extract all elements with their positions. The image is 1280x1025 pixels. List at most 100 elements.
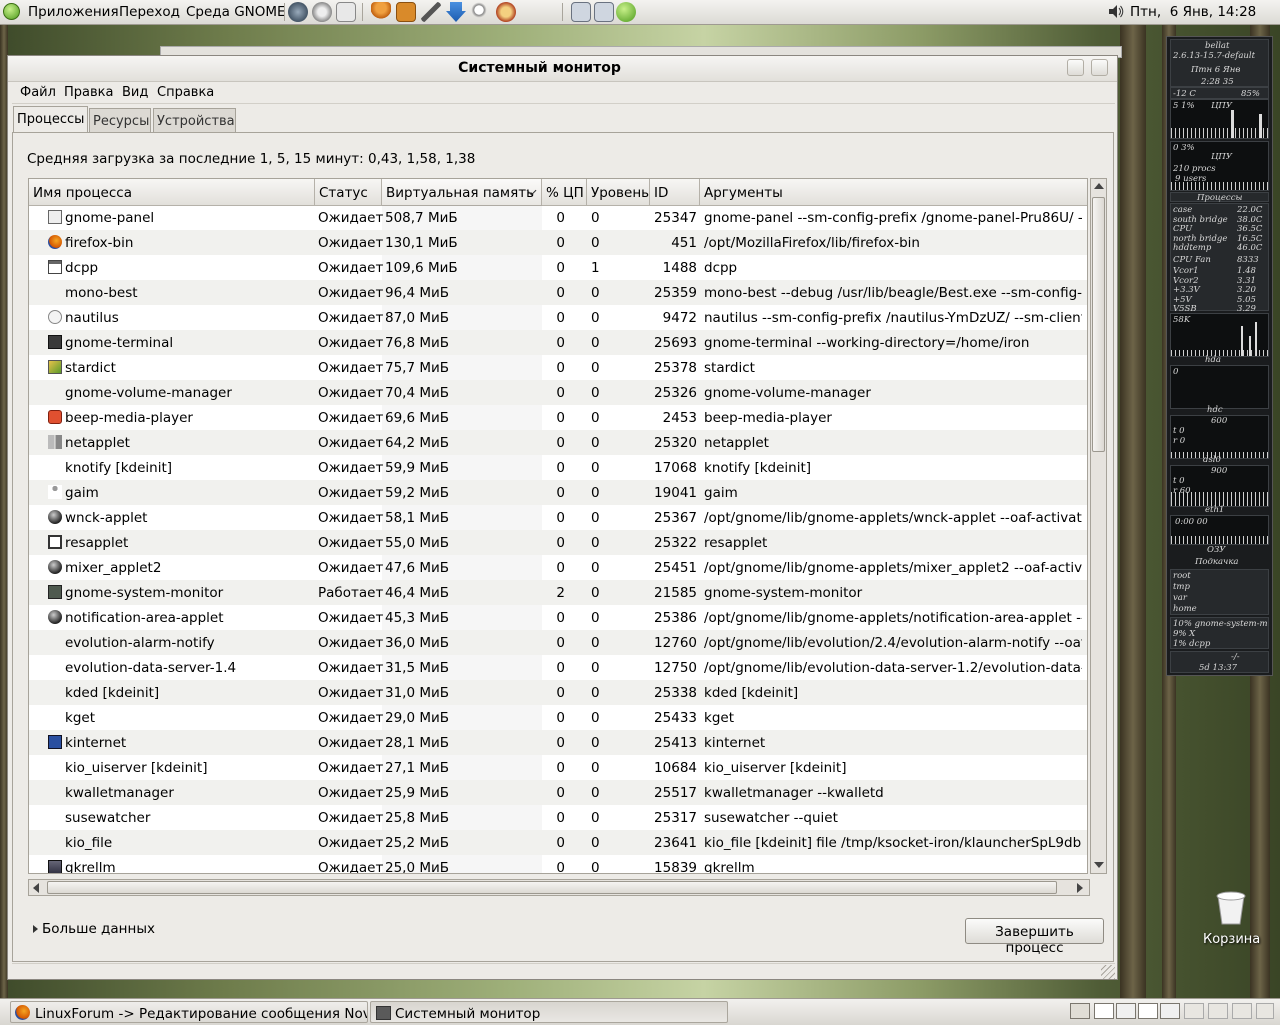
browser-launcher-icon[interactable] xyxy=(288,2,308,22)
close-button[interactable] xyxy=(1091,59,1108,76)
vertical-scroll-thumb[interactable] xyxy=(1092,197,1105,452)
workspace-7[interactable] xyxy=(1232,1003,1252,1019)
process-vmem: 59,9 МиБ xyxy=(385,460,450,476)
gk-sensor-value: 1.48 xyxy=(1237,266,1256,276)
workspace-6[interactable] xyxy=(1208,1003,1228,1019)
menu-help[interactable]: Справка xyxy=(157,85,214,100)
menu-view[interactable]: Вид xyxy=(122,85,148,100)
vertical-scrollbar[interactable] xyxy=(1090,178,1107,874)
table-row[interactable]: nautilus Ожидает 87,0 МиБ 0 0 9472 nautilus --… xyxy=(29,305,1087,330)
minimize-button[interactable] xyxy=(1067,59,1084,76)
table-header: Имя процесса Статус Виртуальная память %… xyxy=(29,179,1087,206)
gkrellm-monitor[interactable]: bellat 2.6.13-15.7-default Птн 6 Янв 2:2… xyxy=(1166,36,1273,676)
table-row[interactable]: resapplet Ожидает 55,0 МиБ 0 0 25322 resapplet xyxy=(29,530,1087,555)
table-row[interactable]: evolution-data-server-1.4 Ожидает 31,5 МиБ… xyxy=(29,655,1087,680)
table-row[interactable]: netapplet Ожидает 64,2 МиБ 0 0 25320 netapplet xyxy=(29,430,1087,455)
process-cpu: 0 xyxy=(556,435,565,451)
table-row[interactable]: susewatcher Ожидает 25,8 МиБ 0 0 25317 susewat… xyxy=(29,805,1087,830)
search-launcher-icon[interactable] xyxy=(471,2,491,22)
process-arguments: kio_file [kdeinit] file /tmp/ksocket-iro… xyxy=(704,835,1082,851)
table-row[interactable]: kio_file Ожидает 25,2 МиБ 0 0 23641 kio_file [… xyxy=(29,830,1087,855)
table-row[interactable]: knotify [kdeinit] Ожидает 59,9 МиБ 0 0 17068 k… xyxy=(29,455,1087,480)
table-row[interactable]: kinternet Ожидает 28,1 МиБ 0 0 25413 kinternet xyxy=(29,730,1087,755)
table-row[interactable]: beep-media-player Ожидает 69,6 МиБ 0 0 2453 be… xyxy=(29,405,1087,430)
horizontal-scrollbar[interactable] xyxy=(28,879,1090,896)
menu-desktop[interactable]: Среда GNOME xyxy=(186,4,286,20)
column-header-pid[interactable]: ID xyxy=(650,179,700,205)
gk-sensor-value: 38.0C xyxy=(1237,214,1263,225)
column-header-status[interactable]: Статус xyxy=(315,179,382,205)
column-header-priority[interactable]: Уровень xyxy=(587,179,650,205)
table-row[interactable]: evolution-alarm-notify Ожидает 36,0 МиБ 0 0 1… xyxy=(29,630,1087,655)
process-priority: 0 xyxy=(591,535,600,551)
tool-launcher-icon[interactable] xyxy=(421,2,441,22)
end-process-button[interactable]: Завершить процесс xyxy=(965,918,1104,956)
workspace-1[interactable] xyxy=(1094,1003,1114,1019)
table-row[interactable]: gnome-panel Ожидает 508,7 МиБ 0 0 25347 gnome-… xyxy=(29,205,1087,230)
display-launcher-icon[interactable] xyxy=(594,2,614,22)
editor-launcher-icon[interactable] xyxy=(336,2,356,22)
screenshot-launcher-icon[interactable] xyxy=(571,2,591,22)
scroll-up-icon[interactable] xyxy=(1094,183,1104,189)
table-row[interactable]: notification-area-applet Ожидает 45,3 МиБ 0… xyxy=(29,605,1087,630)
more-info-expander[interactable]: Больше данных xyxy=(33,921,155,937)
workspace-4[interactable] xyxy=(1160,1003,1180,1019)
volume-icon[interactable] xyxy=(1108,4,1124,19)
table-row[interactable]: wnck-applet Ожидает 58,1 МиБ 0 0 25367/opt/gn… xyxy=(29,505,1087,530)
gk-eth-trace xyxy=(1171,536,1268,544)
column-header-arguments[interactable]: Аргументы xyxy=(700,179,1087,205)
table-row[interactable]: kwalletmanager Ожидает 25,9 МиБ 0 0 25517 kwal… xyxy=(29,780,1087,805)
clock[interactable]: Птн, 6 Янв, 14:28 xyxy=(1130,4,1256,20)
gnome-foot-icon[interactable] xyxy=(3,3,20,20)
taskbar-item-firefox[interactable]: LinuxForum -> Редактирование сообщения N… xyxy=(10,1001,368,1023)
scroll-right-icon[interactable] xyxy=(1077,883,1083,893)
gk-sensor-value: 5.05 xyxy=(1237,294,1256,305)
scroll-down-icon[interactable] xyxy=(1094,862,1104,868)
title-bar[interactable]: Системный монитор xyxy=(8,56,1117,82)
process-table[interactable]: Имя процесса Статус Виртуальная память %… xyxy=(28,178,1088,874)
show-desktop-button[interactable] xyxy=(1070,1003,1090,1019)
table-row[interactable]: firefox-bin Ожидает 130,1 МиБ 0 0 451/opt/Moz… xyxy=(29,230,1087,255)
column-header-vmem[interactable]: Виртуальная память xyxy=(382,179,542,205)
trash-icon[interactable] xyxy=(1208,890,1254,926)
download-launcher-icon[interactable] xyxy=(446,2,466,22)
table-row[interactable]: dcpp Ожидает 109,6 МиБ 0 1 1488 dcpp xyxy=(29,255,1087,280)
table-row[interactable]: gnome-system-monitor Работает 46,4 МиБ 2 0 21… xyxy=(29,580,1087,605)
email-launcher-icon[interactable] xyxy=(312,2,332,22)
column-header-cpu[interactable]: % ЦП xyxy=(542,179,587,205)
table-row[interactable]: gkrellm Ожидает 25,0 МиБ 0 0 15839 gkrellm xyxy=(29,855,1087,873)
workspace-8[interactable] xyxy=(1256,1003,1274,1019)
column-header-name[interactable]: Имя процесса xyxy=(29,179,315,205)
lifebuoy-launcher-icon[interactable] xyxy=(496,2,516,22)
menu-edit[interactable]: Правка xyxy=(64,85,113,100)
person-launcher-icon[interactable] xyxy=(371,2,391,22)
trash-label[interactable]: Корзина xyxy=(1203,932,1260,947)
tab-processes[interactable]: Процессы xyxy=(13,106,88,132)
taskbar-item-system-monitor[interactable]: Системный монитор xyxy=(370,1001,728,1023)
menu-applications[interactable]: Приложения xyxy=(28,4,119,20)
scroll-left-icon[interactable] xyxy=(33,883,39,893)
horizontal-scroll-thumb[interactable] xyxy=(47,881,1057,894)
tab-resources[interactable]: Ресурсы xyxy=(89,108,151,132)
workspace-2[interactable] xyxy=(1116,1003,1136,1019)
table-row[interactable]: gaim Ожидает 59,2 МиБ 0 0 19041 gaim xyxy=(29,480,1087,505)
menu-file[interactable]: Файл xyxy=(20,85,56,100)
table-row[interactable]: kded [kdeinit] Ожидает 31,0 МиБ 0 0 25338 kded… xyxy=(29,680,1087,705)
process-vmem: 45,3 МиБ xyxy=(385,610,450,626)
menu-places[interactable]: Переход xyxy=(119,4,180,20)
update-launcher-icon[interactable] xyxy=(616,2,636,22)
table-row[interactable]: stardict Ожидает 75,7 МиБ 0 0 25378 stardict xyxy=(29,355,1087,380)
gk-disk-top: 58K xyxy=(1173,315,1191,325)
folder-launcher-icon[interactable] xyxy=(396,2,416,22)
workspace-5[interactable] xyxy=(1184,1003,1204,1019)
process-vmem: 75,7 МиБ xyxy=(385,360,450,376)
table-row[interactable]: gnome-volume-manager Ожидает 70,4 МиБ 0 0 253… xyxy=(29,380,1087,405)
table-row[interactable]: kget Ожидает 29,0 МиБ 0 0 25433 kget xyxy=(29,705,1087,730)
tab-devices[interactable]: Устройства xyxy=(153,108,236,132)
workspace-3[interactable] xyxy=(1138,1003,1158,1019)
table-row[interactable]: gnome-terminal Ожидает 76,8 МиБ 0 0 25693 gnom… xyxy=(29,330,1087,355)
table-row[interactable]: mixer_applet2 Ожидает 47,6 МиБ 0 0 25451/opt/… xyxy=(29,555,1087,580)
table-row[interactable]: mono-best Ожидает 96,4 МиБ 0 0 25359 mono-best… xyxy=(29,280,1087,305)
resize-grip-icon[interactable] xyxy=(1101,965,1115,979)
table-row[interactable]: kio_uiserver [kdeinit] Ожидает 27,1 МиБ 0 0 1… xyxy=(29,755,1087,780)
